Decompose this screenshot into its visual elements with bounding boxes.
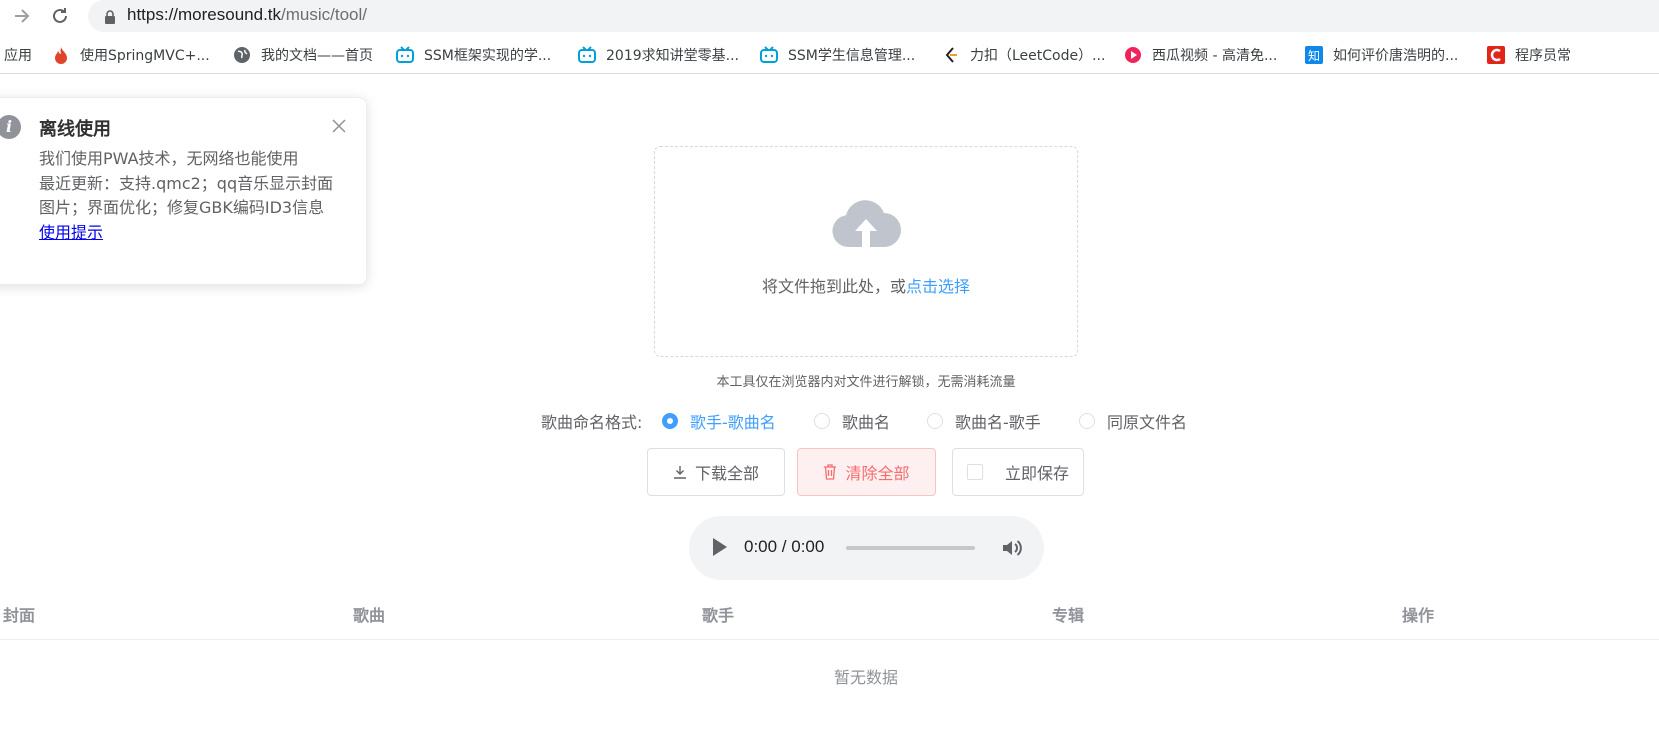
bookmarks-bar: 应用 使用SpringMVC+... 我的文档——首页 SSM框架实现的学...… [0, 36, 1659, 74]
volume-icon[interactable] [1000, 536, 1024, 560]
table-header: 封面 歌曲 歌手 专辑 操作 [0, 592, 1659, 640]
url-text[interactable]: https://moresound.tk/music/tool/ [127, 5, 367, 25]
bookmark-item[interactable]: 西瓜视频 - 高清免... [1124, 44, 1277, 66]
seek-slider[interactable] [846, 546, 975, 550]
csdn-icon [1487, 46, 1505, 64]
trash-icon [823, 464, 837, 480]
zhihu-icon: 知 [1305, 46, 1323, 64]
play-icon[interactable] [713, 538, 727, 556]
time-display: 0:00 / 0:00 [744, 537, 825, 556]
bookmark-item[interactable]: 力扣（LeetCode）... [942, 44, 1105, 66]
audio-player: 0:00 / 0:00 [689, 516, 1044, 580]
svg-text:知: 知 [1308, 49, 1320, 63]
notification-line: 最近更新：支持.qmc2；qq音乐显示封面图片；界面优化；修复GBK编码ID3信… [39, 173, 334, 218]
radio-dot [927, 413, 943, 429]
bookmark-apps[interactable]: 应用 [4, 44, 32, 66]
bookmark-item[interactable]: SSM学生信息管理... [760, 44, 915, 66]
bookmark-item[interactable]: 2019求知讲堂零基... [578, 44, 739, 66]
save-now-checkbox[interactable]: 立即保存 [952, 448, 1084, 496]
bilibili-icon [578, 46, 596, 64]
naming-format-label: 歌曲命名格式: [541, 413, 643, 432]
column-header-singer: 歌手 [702, 606, 735, 625]
download-icon [673, 465, 687, 479]
radio-original-filename[interactable]: 同原文件名 [1079, 409, 1187, 433]
column-header-cover: 封面 [3, 606, 36, 625]
notification-line: 我们使用PWA技术，无网络也能使用 [39, 149, 299, 168]
column-header-album: 专辑 [1052, 606, 1085, 625]
bookmark-item[interactable]: SSM框架实现的学... [396, 44, 551, 66]
upload-cloud-icon [830, 195, 902, 255]
column-header-song: 歌曲 [353, 606, 386, 625]
clear-all-button[interactable]: 清除全部 [797, 448, 936, 496]
radio-song[interactable]: 歌曲名 [814, 409, 890, 433]
radio-dot [1079, 413, 1095, 429]
bilibili-icon [396, 46, 414, 64]
globe-icon [233, 46, 251, 64]
lock-icon [104, 9, 116, 24]
flame-icon [52, 46, 70, 64]
xigua-icon [1124, 46, 1142, 64]
upload-text: 将文件拖到此处，或点击选择 [761, 277, 971, 296]
address-bar: https://moresound.tk/music/tool/ [0, 0, 1659, 32]
empty-text: 暂无数据 [833, 668, 898, 687]
info-icon: i [0, 115, 21, 139]
bookmark-item[interactable]: 知 如何评价唐浩明的... [1305, 44, 1458, 66]
upload-dropzone[interactable]: 将文件拖到此处，或点击选择 [654, 146, 1078, 357]
bookmark-item[interactable]: 使用SpringMVC+... [52, 44, 210, 66]
radio-dot [662, 413, 678, 429]
usage-tips-link[interactable]: 使用提示 [39, 223, 103, 242]
reload-icon[interactable] [48, 4, 72, 28]
radio-singer-song[interactable]: 歌手-歌曲名 [662, 409, 776, 433]
notification-title: 离线使用 [39, 119, 111, 140]
forward-icon[interactable] [10, 4, 34, 28]
bookmark-item[interactable]: 程序员常 [1487, 44, 1571, 66]
download-all-button[interactable]: 下载全部 [647, 448, 785, 496]
bilibili-icon [760, 46, 778, 64]
radio-dot [814, 413, 830, 429]
select-file-link[interactable]: 点击选择 [906, 277, 970, 296]
leetcode-icon [942, 46, 960, 64]
checkbox[interactable] [966, 464, 983, 480]
column-header-actions: 操作 [1402, 606, 1435, 625]
upload-tip: 本工具仅在浏览器内对文件进行解锁，无需消耗流量 [716, 375, 1016, 390]
notification-body: 我们使用PWA技术，无网络也能使用 最近更新：支持.qmc2；qq音乐显示封面图… [39, 147, 339, 245]
offline-notification: i 离线使用 我们使用PWA技术，无网络也能使用 最近更新：支持.qmc2；qq… [0, 97, 367, 285]
bookmark-item[interactable]: 我的文档——首页 [233, 44, 373, 66]
radio-song-singer[interactable]: 歌曲名-歌手 [927, 409, 1041, 433]
close-icon[interactable] [331, 118, 347, 134]
